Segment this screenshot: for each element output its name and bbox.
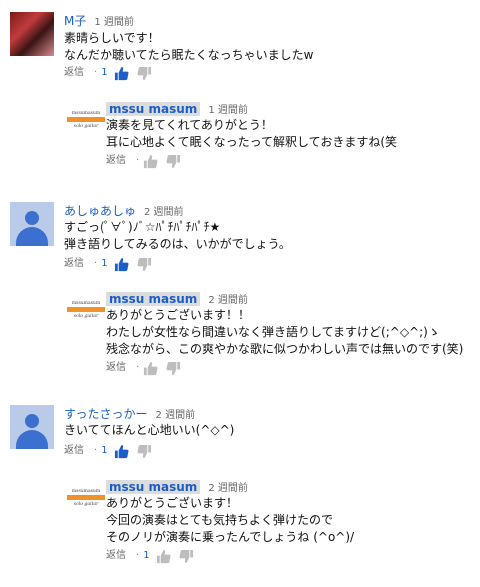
reply-button[interactable]: 返信 (106, 548, 126, 564)
logo-subtext: solo guitar (73, 124, 99, 129)
comment-line: 耳に心地よくて眠くなったって解釈しておきますね(笑 (106, 135, 398, 149)
comment-line: なんだか聴いてたら眠たくなっちゃいましたw (64, 48, 314, 62)
timestamp[interactable]: 2 週間前 (156, 410, 196, 421)
thumbs-up-icon[interactable] (156, 549, 171, 564)
avatar-body (16, 227, 48, 246)
comment-text: ありがとうございます！！ わたしが女性なら間違いなく弾き語りしてますけど(;^◇… (106, 307, 463, 358)
like-count: 1 (101, 67, 108, 78)
author-name[interactable]: すったさっかー (64, 407, 148, 421)
comment-line: 素晴らしいです！ (64, 31, 160, 45)
logo-bar (67, 495, 105, 500)
logo-text: mssumasum (71, 301, 101, 306)
thumbs-up-icon[interactable] (114, 66, 129, 81)
avatar-head (25, 211, 39, 225)
timestamp[interactable]: 1 週間前 (94, 17, 134, 28)
separator-dot: · (94, 258, 98, 269)
comment-text: 素晴らしいです！ なんだか聴いてたら眠たくなっちゃいましたw (64, 30, 313, 64)
reply-button[interactable]: 返信 (64, 65, 84, 81)
comment-header: あしゅあしゅ 2 週間前 (64, 202, 184, 218)
like-count: 1 (143, 550, 150, 561)
avatar[interactable] (10, 405, 54, 449)
comment-actions: 返信 · (106, 153, 189, 169)
comment-header: mssu masum 2 週間前 (106, 478, 248, 494)
reply-button[interactable]: 返信 (106, 360, 126, 376)
comment-line: わたしが女性なら間違いなく弾き語りしてますけど(;^◇^;)ゝ (106, 325, 440, 339)
logo-subtext: solo guitar (73, 502, 99, 507)
comment-header: M子 1 週間前 (64, 12, 134, 28)
timestamp[interactable]: 1 週間前 (208, 105, 248, 116)
timestamp[interactable]: 2 週間前 (208, 483, 248, 494)
comment-header: すったさっかー 2 週間前 (64, 405, 195, 421)
comment-line: ありがとうございます！ (106, 496, 239, 510)
separator-dot: · (136, 550, 140, 561)
author-name[interactable]: mssu masum (106, 480, 201, 494)
avatar[interactable] (10, 12, 54, 56)
avatar[interactable] (10, 202, 54, 246)
comment-text: ありがとうございます！ 今回の演奏はとても気持ちよく弾けたので そのノリが演奏に… (106, 495, 354, 546)
avatar-head (25, 414, 39, 428)
comment-line: 残念ながら、この爽やかな歌に似つかわしい声では無いのです(笑) (106, 342, 464, 356)
thumbs-up-icon[interactable] (114, 444, 129, 459)
comment-text: きいててほんと心地いい(^◇^) (64, 422, 234, 439)
avatar-body (16, 430, 48, 449)
logo-text: mssumasum (71, 111, 101, 116)
thumbs-down-icon[interactable] (166, 154, 181, 169)
thumbs-down-icon[interactable] (137, 257, 152, 272)
thumbs-down-icon[interactable] (179, 549, 194, 564)
comment-text: 演奏を見てくれてありがとう！ 耳に心地よくて眠くなったって解釈しておきますね(笑 (106, 117, 397, 151)
like-count: 1 (101, 445, 108, 456)
logo-subtext: solo guitar (73, 314, 99, 319)
comment-line: きいててほんと心地いい(^◇^) (64, 423, 235, 437)
comment-actions: 返信 · 1 (64, 65, 160, 81)
thumbs-up-icon[interactable] (143, 361, 158, 376)
comment-line: すごっ(ﾟ∀ﾟ)ﾉﾞ☆ﾊﾟﾁﾊﾟﾁﾊﾟﾁ★ (64, 220, 221, 234)
comment-actions: 返信 · 1 (64, 443, 160, 459)
reply-button[interactable]: 返信 (64, 256, 84, 272)
comment-line: 弾き語りしてみるのは、いかがでしょう。 (64, 237, 291, 251)
reply-button[interactable]: 返信 (106, 153, 126, 169)
logo-bar (67, 117, 105, 122)
separator-dot: · (136, 362, 140, 373)
separator-dot: · (94, 67, 98, 78)
separator-dot: · (136, 155, 140, 166)
comment-actions: 返信 · 1 (64, 256, 160, 272)
comment-actions: 返信 · 1 (106, 548, 202, 564)
separator-dot: · (94, 445, 98, 456)
author-name[interactable]: mssu masum (106, 292, 201, 306)
timestamp[interactable]: 2 週間前 (208, 295, 248, 306)
comment-actions: 返信 · (106, 360, 189, 376)
thumbs-down-icon[interactable] (137, 444, 152, 459)
comment-line: そのノリが演奏に乗ったんでしょうね (^o^)/ (106, 530, 355, 544)
thumbs-up-icon[interactable] (114, 257, 129, 272)
author-name[interactable]: あしゅあしゅ (64, 204, 136, 218)
reply-button[interactable]: 返信 (64, 443, 84, 459)
comment-header: mssu masum 1 週間前 (106, 100, 248, 116)
avatar[interactable]: mssumasum solo guitar (64, 290, 108, 334)
avatar[interactable]: mssumasum solo guitar (64, 478, 108, 522)
comment-line: 今回の演奏はとても気持ちよく弾けたので (106, 513, 334, 527)
author-name[interactable]: mssu masum (106, 102, 201, 116)
like-count: 1 (101, 258, 108, 269)
thumbs-up-icon[interactable] (143, 154, 158, 169)
author-name[interactable]: M子 (64, 14, 86, 28)
thumbs-down-icon[interactable] (137, 66, 152, 81)
logo-text: mssumasum (71, 489, 101, 494)
comment-line: ありがとうございます！！ (106, 308, 251, 322)
logo-bar (67, 307, 105, 312)
comment-text: すごっ(ﾟ∀ﾟ)ﾉﾞ☆ﾊﾟﾁﾊﾟﾁﾊﾟﾁ★ 弾き語りしてみるのは、いかがでしょう… (64, 219, 291, 253)
avatar[interactable]: mssumasum solo guitar (64, 100, 108, 144)
comment-header: mssu masum 2 週間前 (106, 290, 248, 306)
timestamp[interactable]: 2 週間前 (144, 207, 184, 218)
thumbs-down-icon[interactable] (166, 361, 181, 376)
comment-line: 演奏を見てくれてありがとう！ (106, 118, 273, 132)
